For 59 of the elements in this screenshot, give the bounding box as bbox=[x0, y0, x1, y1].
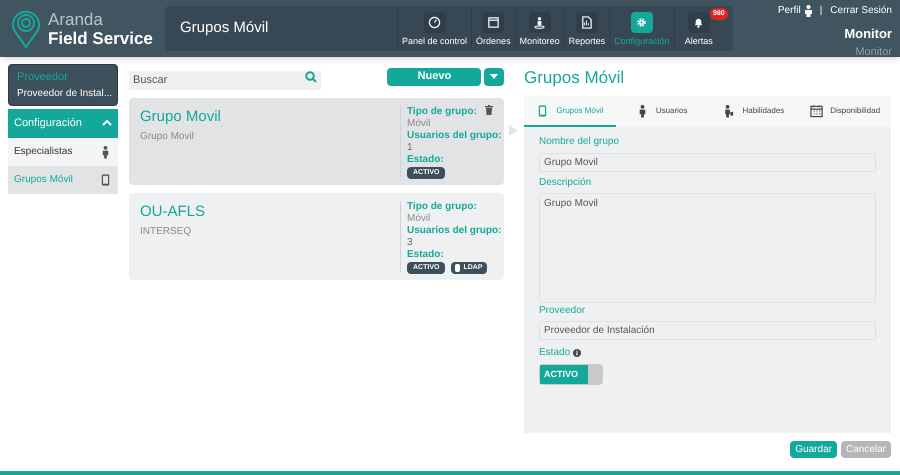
group-description: INTERSEQ bbox=[140, 224, 192, 238]
search-field[interactable]: Buscar bbox=[129, 70, 322, 90]
separator: | bbox=[820, 4, 822, 18]
profile-link[interactable]: Perfil bbox=[778, 3, 801, 18]
description-field[interactable]: Grupo Movil bbox=[539, 193, 876, 303]
field-value: Móvil bbox=[407, 118, 430, 130]
field-label: Estado bbox=[539, 346, 570, 360]
nav-item[interactable]: Monitoreo bbox=[514, 6, 564, 51]
settings-icon bbox=[635, 16, 648, 28]
caret-icon bbox=[490, 74, 498, 79]
sidebar-item[interactable]: Especialistas bbox=[8, 138, 118, 166]
person-icon bbox=[804, 4, 812, 16]
field-label: Usuarios del grupo: bbox=[407, 130, 502, 142]
logo-text: Field Service bbox=[48, 30, 153, 46]
nav-item[interactable]: Reportes bbox=[564, 6, 610, 51]
field-label: Tipo de grupo: bbox=[407, 106, 477, 118]
dropdown-button[interactable] bbox=[484, 68, 504, 86]
database-icon bbox=[455, 264, 460, 272]
field-label: Proveedor bbox=[539, 304, 586, 318]
logout-link[interactable]: Cerrar Sesión bbox=[830, 3, 892, 18]
field-label: Usuarios del grupo: bbox=[407, 225, 502, 237]
user-name: Monitor bbox=[844, 25, 892, 43]
pointer-arrow bbox=[509, 125, 518, 136]
field-value: 3 bbox=[407, 237, 413, 249]
window-icon bbox=[486, 16, 500, 28]
tab[interactable]: Usuarios bbox=[616, 96, 708, 127]
gauge-icon bbox=[428, 16, 442, 28]
chevron-up-icon bbox=[102, 120, 112, 126]
field-label: Estado: bbox=[407, 154, 444, 166]
phone-icon bbox=[99, 172, 112, 186]
provider-field[interactable]: Proveedor de Instalación bbox=[539, 321, 876, 340]
nav-item[interactable]: Órdenes bbox=[471, 6, 515, 51]
info-icon bbox=[573, 348, 582, 356]
field-value: Móvil bbox=[407, 213, 430, 225]
field-label: Tipo de grupo: bbox=[407, 201, 477, 213]
user-role: Monitor bbox=[855, 44, 892, 60]
page-title: Grupos Móvil bbox=[180, 18, 268, 38]
trash-icon[interactable] bbox=[485, 105, 493, 115]
report-icon bbox=[580, 16, 594, 28]
tab[interactable]: Habilidades bbox=[708, 96, 800, 127]
detail-title: Grupos Móvil bbox=[524, 68, 624, 87]
group-name-field[interactable]: Grupo Movil bbox=[539, 153, 876, 172]
logo-icon bbox=[12, 8, 40, 48]
field-label: Nombre del grupo bbox=[539, 135, 620, 149]
group-name: Grupo Movil bbox=[140, 107, 221, 127]
provider-dropdown[interactable]: Proveedor Proveedor de Instal... bbox=[8, 64, 118, 106]
calendar-icon bbox=[810, 104, 824, 118]
field-value: 1 bbox=[407, 142, 413, 154]
logo-text: Aranda bbox=[48, 10, 104, 28]
group-description: Grupo Movil bbox=[140, 130, 194, 144]
search-icon bbox=[305, 71, 318, 83]
tab[interactable]: Disponibilidad bbox=[799, 96, 891, 127]
group-name: OU-AFLS bbox=[140, 202, 206, 222]
field-label: Descripción bbox=[539, 176, 592, 190]
field-label: Estado: bbox=[407, 249, 444, 261]
person-icon bbox=[533, 16, 546, 28]
nav-item[interactable]: Panel de control bbox=[397, 6, 472, 51]
dropdown-value: Proveedor de Instal... bbox=[17, 86, 112, 100]
dropdown-label: Proveedor bbox=[17, 70, 69, 85]
